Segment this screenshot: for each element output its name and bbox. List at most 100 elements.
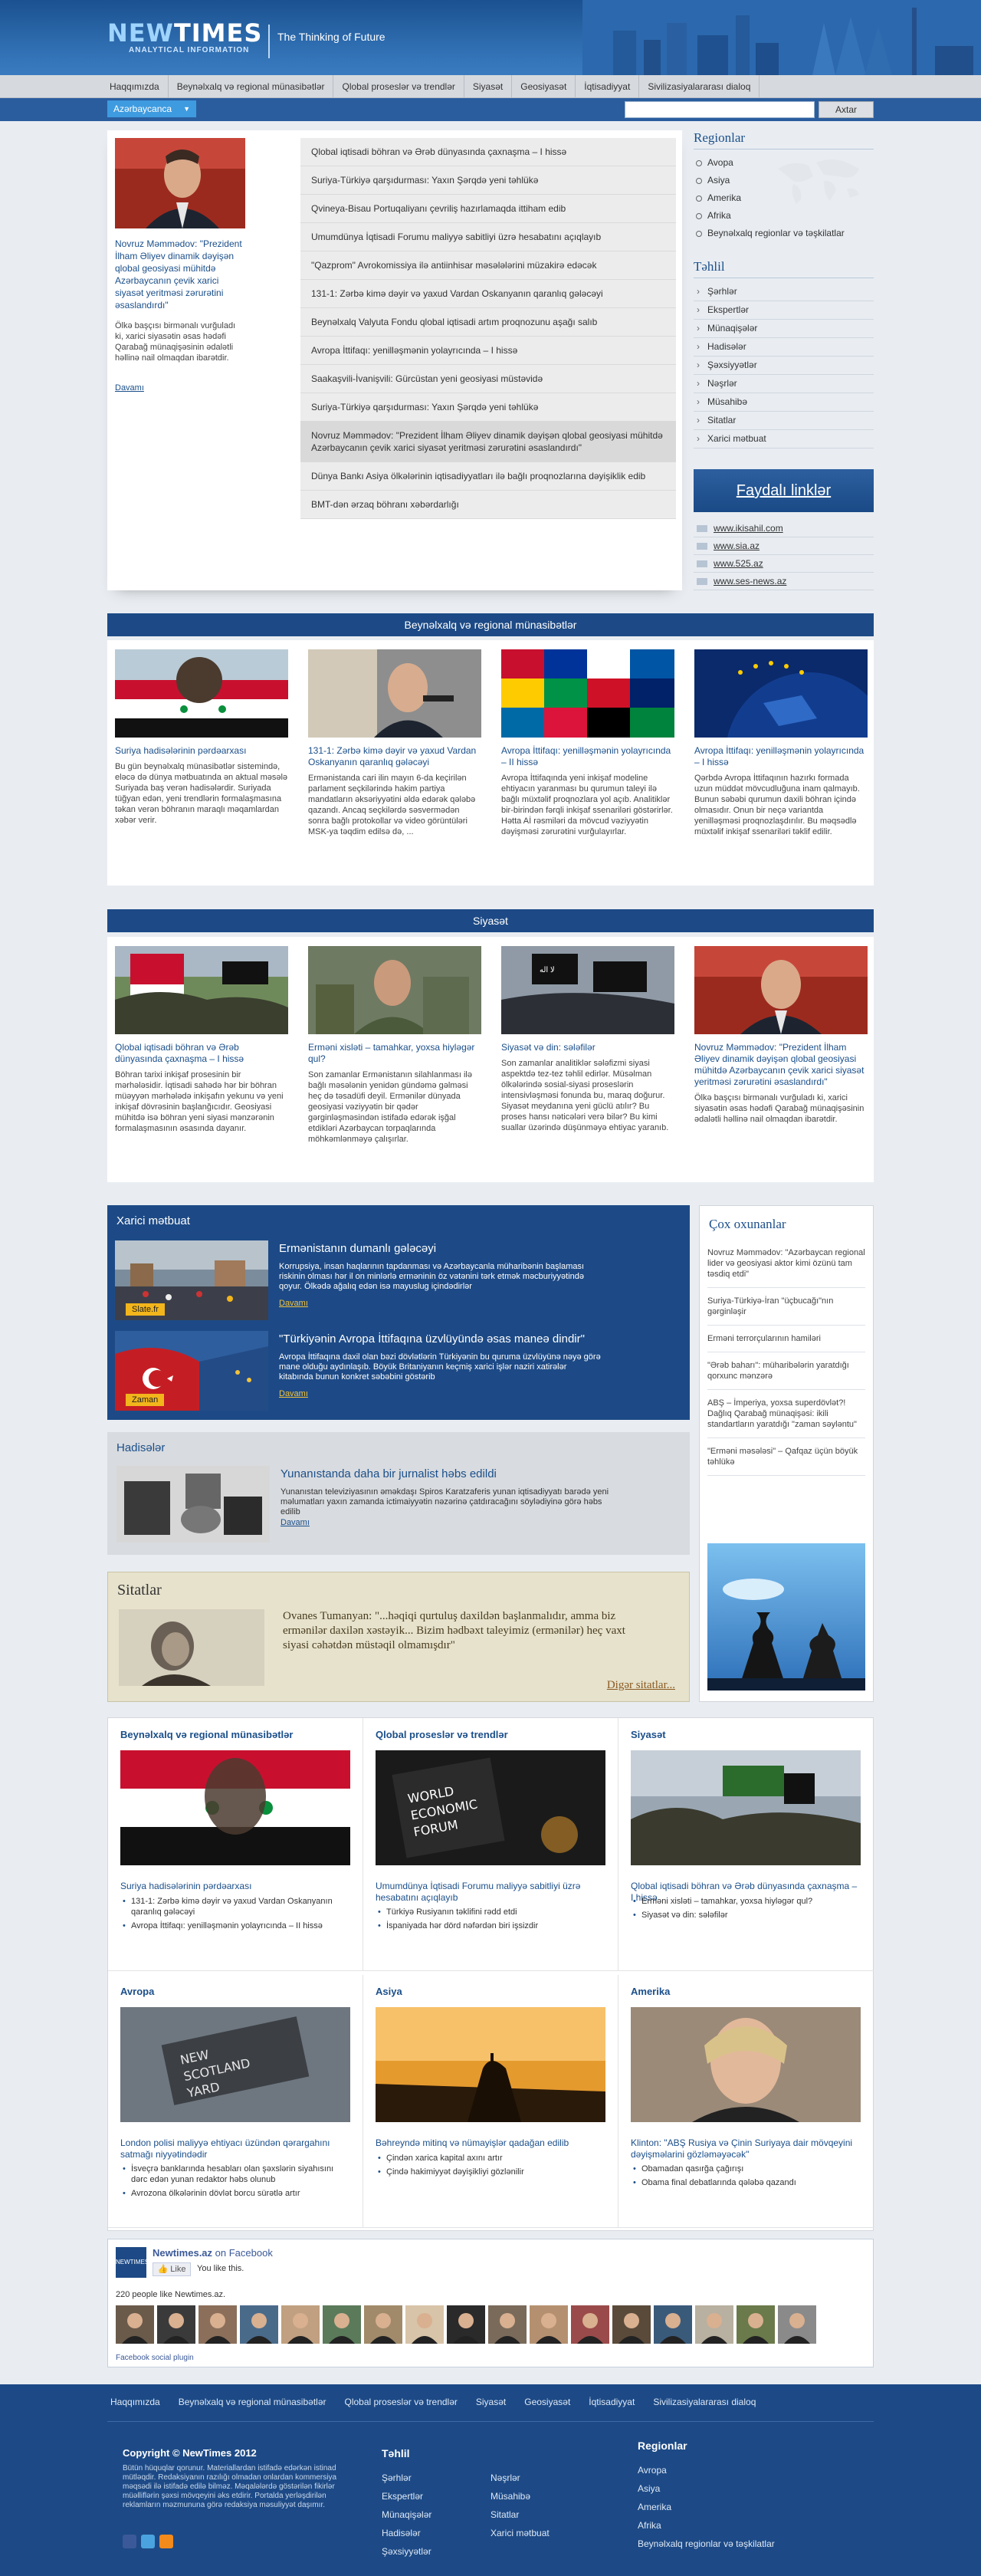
headline-item[interactable]: BMT-dən ərzaq böhranı xəbərdarlığı bbox=[300, 491, 676, 519]
category-bullet-item[interactable]: Obamadan qasırğa çağırışı bbox=[631, 2164, 861, 2174]
most-read-item[interactable]: ABŞ – İmperiya, yoxsa superdövlət?! Dağl… bbox=[707, 1390, 865, 1438]
nav-item-4[interactable]: Geosiyasət bbox=[512, 75, 576, 98]
headline-item[interactable]: Qlobal iqtisadi böhran və Ərəb dünyasınd… bbox=[300, 138, 676, 166]
most-read-item[interactable]: "Erməni məsələsi" – Qafqaz üçün böyük tə… bbox=[707, 1438, 865, 1476]
foreign-press-more-link[interactable]: Davamı bbox=[279, 1299, 308, 1308]
twitter-icon[interactable] bbox=[141, 2535, 155, 2548]
category-bullet-item[interactable]: İspaniyada hər dörd nəfərdən biri işsizd… bbox=[376, 1921, 605, 1931]
category-thumbnail[interactable] bbox=[376, 2007, 605, 2122]
most-read-item[interactable]: Erməni terrorçularının hamiləri bbox=[707, 1326, 865, 1352]
category-lead-title[interactable]: London polisi maliyyə ehtiyacı üzündən q… bbox=[120, 2137, 350, 2160]
category-heading[interactable]: Siyasət bbox=[631, 1729, 666, 1740]
article-card[interactable]: ﻻ اله Siyasət və din: sələfilər Son zamanl… bbox=[501, 946, 674, 1133]
events-heading[interactable]: Hadisələr bbox=[116, 1441, 165, 1454]
category-heading[interactable]: Beynəlxalq və regional münasibətlər bbox=[120, 1729, 293, 1740]
article-card[interactable]: Suriya hadisələrinin pərdəarxası Bu gün b… bbox=[115, 649, 288, 826]
facebook-fan-avatar[interactable] bbox=[364, 2305, 402, 2344]
facebook-fan-avatar[interactable] bbox=[737, 2305, 775, 2344]
search-button[interactable]: Axtar bbox=[819, 101, 874, 118]
nav-item-2[interactable]: Qlobal proseslər və trendlər bbox=[333, 75, 464, 98]
foreign-press-title[interactable]: "Türkiyənin Avropa İttifaqına üzvlüyündə… bbox=[279, 1332, 585, 1346]
region-item[interactable]: Asiya bbox=[694, 172, 874, 189]
region-item[interactable]: Afrika bbox=[694, 207, 874, 225]
facebook-page-name[interactable]: Newtimes.az bbox=[153, 2247, 212, 2259]
headline-item[interactable]: Qvineya-Bisau Portuqaliyanı çevriliş haz… bbox=[300, 195, 676, 223]
footer-link[interactable]: Hadisələr bbox=[382, 2524, 431, 2542]
category-thumbnail[interactable] bbox=[120, 1750, 350, 1865]
category-heading[interactable]: Asiya bbox=[376, 1986, 402, 1997]
article-title[interactable]: Qlobal iqtisadi böhran və Ərəb dünyasınd… bbox=[115, 1042, 288, 1065]
facebook-fan-avatar[interactable] bbox=[530, 2305, 568, 2344]
facebook-fan-avatar[interactable] bbox=[323, 2305, 361, 2344]
facebook-plugin-label[interactable]: Facebook social plugin bbox=[116, 2354, 194, 2362]
section-bar-international[interactable]: Beynəlxalq və regional münasibətlər bbox=[107, 613, 874, 636]
foreign-press-item[interactable]: Zaman "Türkiyənin Avropa İttifaqına üzvl… bbox=[115, 1331, 682, 1411]
region-item[interactable]: Avopa bbox=[694, 154, 874, 172]
facebook-fan-avatar[interactable] bbox=[488, 2305, 527, 2344]
category-lead-title[interactable]: Umumdünya İqtisadi Forumu maliyyə sabitl… bbox=[376, 1881, 605, 1904]
rss-icon[interactable] bbox=[159, 2535, 173, 2548]
foreign-press-more-link[interactable]: Davamı bbox=[279, 1389, 308, 1398]
headline-item[interactable]: Suriya-Türkiyə qarşıdurması: Yaxın Şərqd… bbox=[300, 393, 676, 422]
footer-link[interactable]: Beynəlxalq regionlar və təşkilatlar bbox=[638, 2535, 775, 2553]
category-heading[interactable]: Qlobal proseslər və trendlər bbox=[376, 1729, 508, 1740]
footer-link[interactable]: Şəxsiyyətlər bbox=[382, 2542, 431, 2561]
footer-nav-item[interactable]: Sivilizasiyalararası dialoq bbox=[644, 2397, 765, 2407]
category-bullet-item[interactable]: Çində hakimiyyət dəyişikliyi gözlənilir bbox=[376, 2167, 605, 2177]
footer-link[interactable]: Afrika bbox=[638, 2516, 775, 2535]
category-heading[interactable]: Avropa bbox=[120, 1986, 154, 1997]
facebook-fan-avatar[interactable] bbox=[654, 2305, 692, 2344]
article-title[interactable]: Avropa İttifaqı: yenilləşmənin yolayrıcı… bbox=[501, 745, 674, 768]
article-title[interactable]: Siyasət və din: sələfilər bbox=[501, 1042, 674, 1053]
analysis-item[interactable]: Ekspertlər bbox=[694, 301, 874, 320]
headline-item[interactable]: Novruz Məmmədov: "Prezident İlham Əliyev… bbox=[300, 422, 676, 462]
foreign-press-title[interactable]: Ermənistanın dumanlı gələcəyi bbox=[279, 1242, 436, 1255]
article-thumbnail[interactable] bbox=[115, 649, 288, 738]
footer-nav-item[interactable]: Qlobal proseslər və trendlər bbox=[335, 2397, 466, 2407]
most-read-item[interactable]: Suriya-Türkiyə-İran "üçbucağı"nın gərgin… bbox=[707, 1288, 865, 1326]
useful-link[interactable]: www.525.az bbox=[694, 555, 874, 573]
category-bullet-item[interactable]: 131-1: Zərbə kimə dəyir və yaxud Vardan … bbox=[120, 1896, 350, 1917]
category-lead-title[interactable]: Klinton: "ABŞ Rusiya və Çinin Suriyaya d… bbox=[631, 2137, 861, 2160]
headline-item[interactable]: Umumdünya İqtisadi Forumu maliyyə sabitl… bbox=[300, 223, 676, 251]
search-input[interactable] bbox=[625, 101, 815, 118]
events-item-title[interactable]: Yunanıstanda daha bir jurnalist həbs edi… bbox=[281, 1467, 497, 1480]
featured-photo[interactable] bbox=[115, 138, 245, 228]
footer-link[interactable]: Müsahibə bbox=[490, 2487, 550, 2505]
facebook-fan-avatar[interactable] bbox=[198, 2305, 237, 2344]
analysis-item[interactable]: Münaqişələr bbox=[694, 320, 874, 338]
headline-item[interactable]: "Qazprom" Avrokomissiya ilə antiinhisar … bbox=[300, 251, 676, 280]
footer-link[interactable]: Ekspertlər bbox=[382, 2487, 431, 2505]
footer-nav-item[interactable]: Haqqımızda bbox=[101, 2397, 169, 2407]
facebook-fan-avatar[interactable] bbox=[695, 2305, 733, 2344]
facebook-fan-avatar[interactable] bbox=[778, 2305, 816, 2344]
footer-link[interactable]: Sitatlar bbox=[490, 2505, 550, 2524]
category-bullet-item[interactable]: Erməni xisləti – tamahkar, yoxsa hiyləgə… bbox=[631, 1896, 861, 1907]
article-card[interactable]: Avropa İttifaqı: yenilləşmənin yolayrıcı… bbox=[501, 649, 674, 837]
article-title[interactable]: Novruz Məmmədov: "Prezident İlham Əliyev… bbox=[694, 1042, 868, 1088]
footer-nav-item[interactable]: İqtisadiyyat bbox=[579, 2397, 644, 2407]
facebook-fan-avatar[interactable] bbox=[447, 2305, 485, 2344]
nav-item-5[interactable]: İqtisadiyyat bbox=[576, 75, 640, 98]
article-title[interactable]: Erməni xisləti – tamahkar, yoxsa hiyləgə… bbox=[308, 1042, 481, 1065]
analysis-item[interactable]: Müsahibə bbox=[694, 393, 874, 412]
featured-title-link[interactable]: Novruz Məmmədov: "Prezident İlham Əliyev… bbox=[115, 238, 245, 311]
nav-item-0[interactable]: Haqqımızda bbox=[101, 75, 169, 98]
footer-nav-item[interactable]: Siyasət bbox=[467, 2397, 515, 2407]
article-thumbnail[interactable] bbox=[115, 946, 288, 1034]
article-title[interactable]: 131-1: Zərbə kimə dəyir və yaxud Vardan … bbox=[308, 745, 481, 768]
category-bullet-item[interactable]: İsveçrə banklarında hesabları olan şəxsl… bbox=[120, 2164, 350, 2185]
region-item[interactable]: Amerika bbox=[694, 189, 874, 207]
headline-item[interactable]: Saakaşvili-İvanişvili: Gürcüstan yeni ge… bbox=[300, 365, 676, 393]
facebook-fan-avatar[interactable] bbox=[281, 2305, 320, 2344]
facebook-fan-avatar[interactable] bbox=[405, 2305, 444, 2344]
foreign-press-heading[interactable]: Xarici mətbuat bbox=[116, 1214, 190, 1227]
nav-item-1[interactable]: Beynəlxalq və regional münasibətlər bbox=[169, 75, 334, 98]
footer-link[interactable]: Şərhlər bbox=[382, 2469, 431, 2487]
category-bullet-item[interactable]: Türkiyə Rusiyanın təklifini rədd etdi bbox=[376, 1907, 605, 1917]
footer-nav-item[interactable]: Beynəlxalq və regional münasibətlər bbox=[169, 2397, 336, 2407]
featured-more-link[interactable]: Davamı bbox=[115, 383, 144, 393]
article-thumbnail[interactable] bbox=[308, 946, 481, 1034]
quotes-heading[interactable]: Sitatlar bbox=[117, 1582, 162, 1599]
category-thumbnail[interactable]: NEWSCOTLANDYARD bbox=[120, 2007, 350, 2122]
